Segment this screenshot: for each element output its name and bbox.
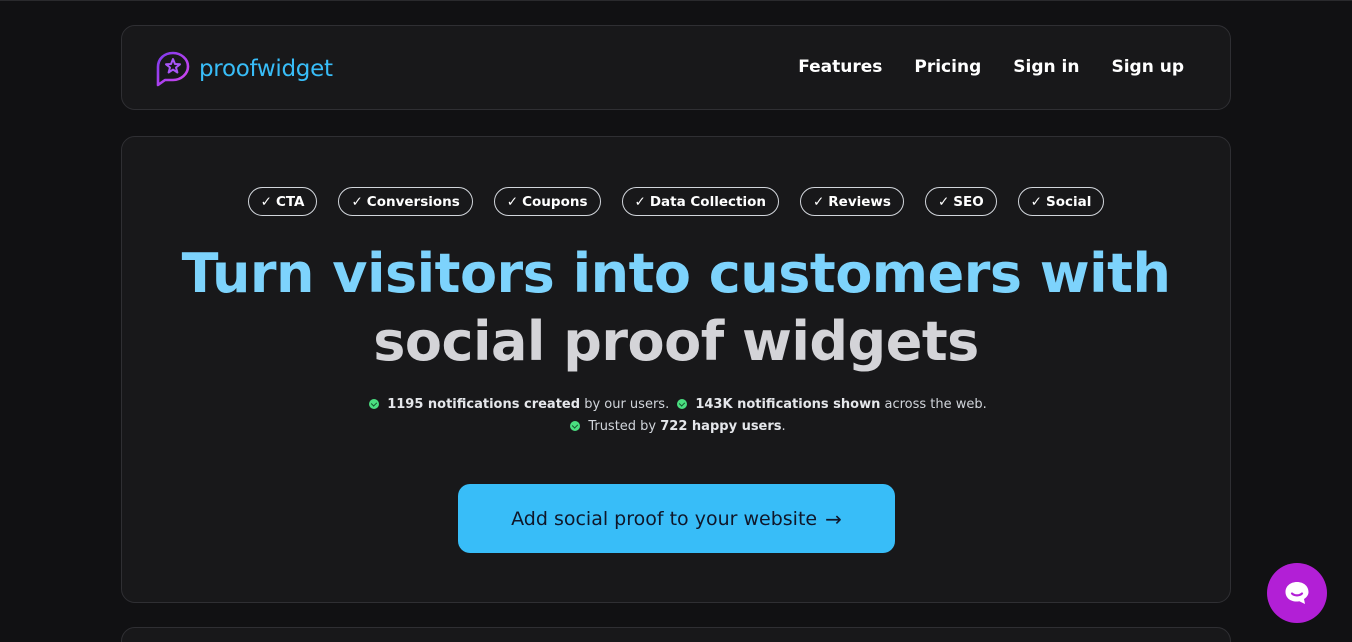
hero-card: ✓ CTA ✓ Conversions ✓ Coupons ✓ Data Collect… xyxy=(121,136,1231,603)
chat-bubble-icon xyxy=(1285,582,1309,604)
nav-link-sign-up[interactable]: Sign up xyxy=(1111,57,1184,77)
check-icon: ✓ xyxy=(506,193,519,210)
stats-line-1: 1195 notifications created by our users.… xyxy=(122,394,1230,416)
stat-trusted-suffix: . xyxy=(781,419,786,434)
tag-label: Social xyxy=(1045,193,1092,210)
nav-link-sign-in[interactable]: Sign in xyxy=(1013,57,1079,77)
check-circle-icon xyxy=(369,399,380,409)
chat-star-icon xyxy=(156,51,190,87)
nav-links: Features Pricing Sign in Sign up xyxy=(798,57,1184,77)
top-navbar: proofwidget Features Pricing Sign in Sig… xyxy=(121,25,1231,110)
check-icon: ✓ xyxy=(260,193,272,210)
tag-label: Conversions xyxy=(366,193,460,210)
stat-shown: 143K notifications shown xyxy=(695,397,881,412)
tag-label: SEO xyxy=(953,193,984,210)
check-icon: ✓ xyxy=(351,193,363,210)
tag-coupons[interactable]: ✓ Coupons xyxy=(493,187,601,216)
stat-created-suffix: by our users. xyxy=(584,397,670,412)
tag-label: Coupons xyxy=(522,193,588,210)
arrow-right-icon: → xyxy=(825,506,842,531)
check-icon: ✓ xyxy=(1030,193,1042,210)
brand-logo[interactable]: proofwidget xyxy=(155,50,333,88)
hero-headline: Turn visitors into customers with social… xyxy=(122,240,1230,376)
tag-seo[interactable]: ✓ SEO xyxy=(924,187,997,216)
check-circle-icon xyxy=(570,421,581,431)
feature-tags: ✓ CTA ✓ Conversions ✓ Coupons ✓ Data Collect… xyxy=(122,187,1230,216)
stat-happy-users: 722 happy users xyxy=(660,419,782,434)
check-icon: ✓ xyxy=(634,193,646,210)
tag-conversions[interactable]: ✓ Conversions xyxy=(338,187,473,216)
headline-line-2: social proof widgets xyxy=(373,310,979,373)
tag-label: CTA xyxy=(275,193,305,210)
stats-line-2: Trusted by 722 happy users. xyxy=(122,416,1230,438)
check-icon: ✓ xyxy=(812,193,825,210)
next-section-card xyxy=(121,627,1231,642)
stat-created: 1195 notifications created xyxy=(387,397,581,412)
tag-social[interactable]: ✓ Social xyxy=(1017,187,1105,216)
nav-link-features[interactable]: Features xyxy=(798,57,882,77)
usage-stats: 1195 notifications created by our users.… xyxy=(122,394,1230,438)
headline-line-1: Turn visitors into customers with xyxy=(181,242,1171,305)
tag-reviews[interactable]: ✓ Reviews xyxy=(799,187,904,216)
tag-data-collection[interactable]: ✓ Data Collection xyxy=(621,187,779,216)
tag-label: Data Collection xyxy=(649,193,766,210)
chat-widget-button[interactable] xyxy=(1267,563,1327,623)
nav-link-pricing[interactable]: Pricing xyxy=(914,57,981,77)
tag-cta[interactable]: ✓ CTA xyxy=(247,187,318,216)
add-social-proof-button[interactable]: Add social proof to your website → xyxy=(458,484,895,553)
stat-shown-suffix: across the web. xyxy=(884,397,987,412)
tag-label: Reviews xyxy=(828,193,891,210)
check-circle-icon xyxy=(677,399,688,409)
check-icon: ✓ xyxy=(937,193,950,210)
stat-trusted-prefix: Trusted by xyxy=(588,419,657,434)
cta-label: Add social proof to your website xyxy=(511,507,818,530)
brand-name: proofwidget xyxy=(199,56,333,82)
